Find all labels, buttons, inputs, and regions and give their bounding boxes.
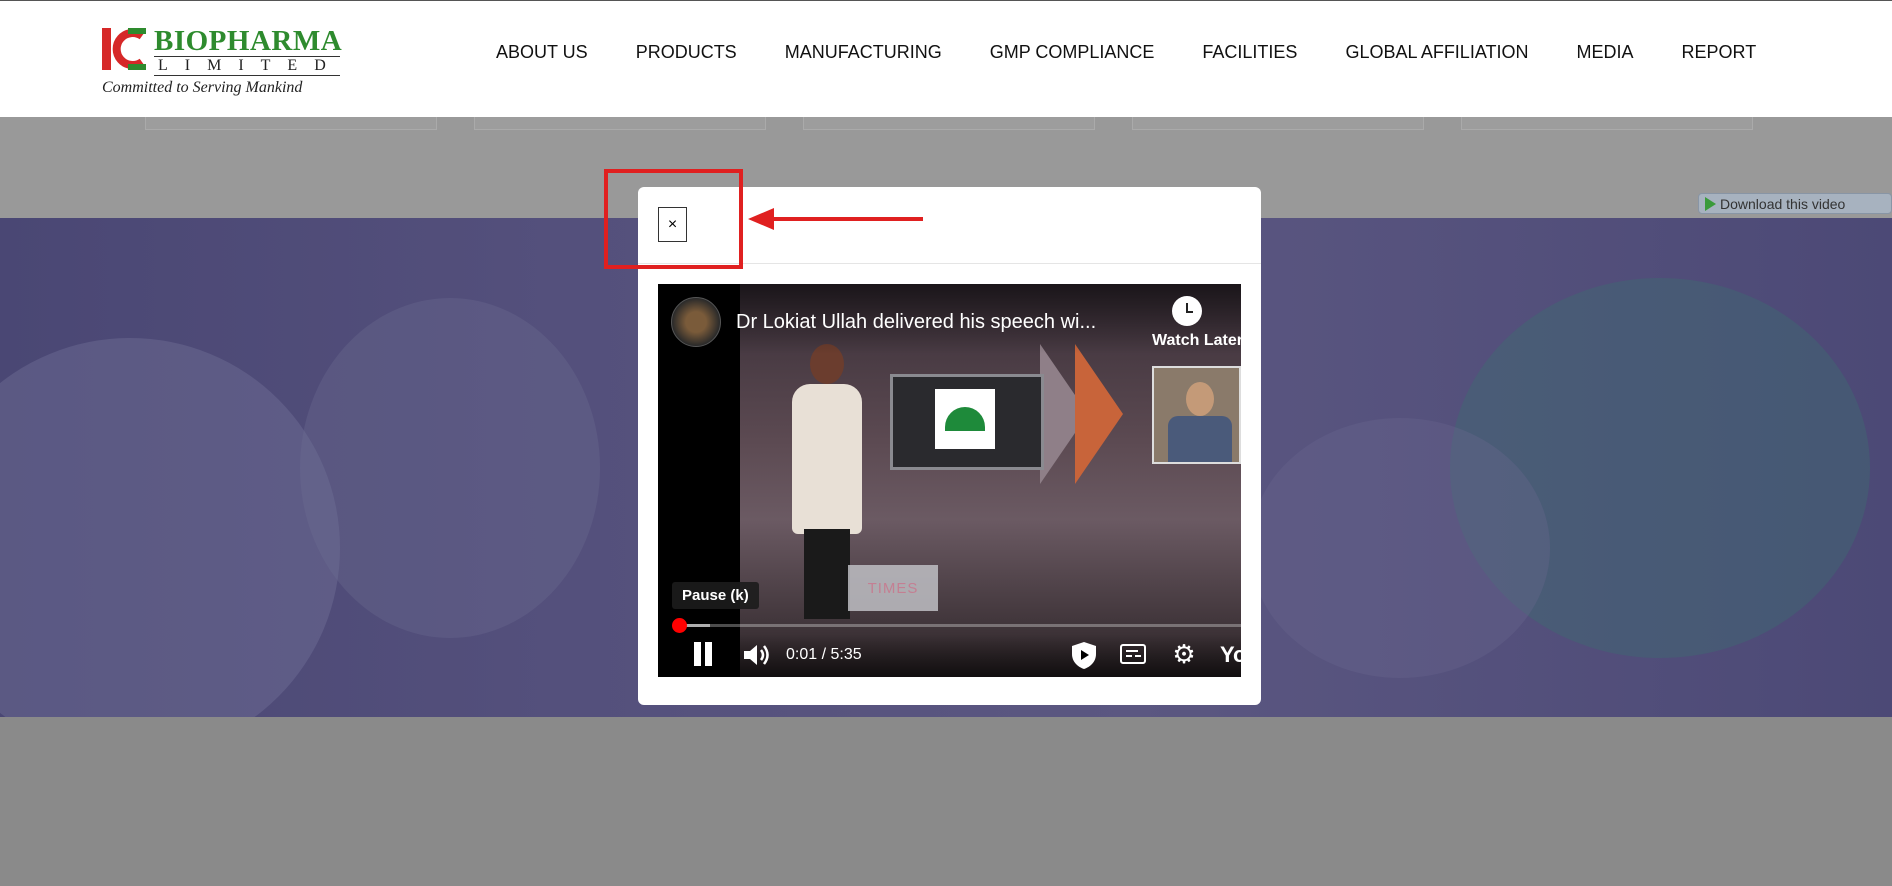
download-video-button[interactable]: Download this video [1698,193,1892,214]
page-bottom-area [0,717,1892,886]
watch-later-label: Watch Later [1152,332,1241,349]
download-video-label: Download this video [1720,195,1846,212]
biopharma-logo[interactable]: BIOPHARMA LIMITED Committed to Serving M… [102,25,342,101]
site-header: BIOPHARMA LIMITED Committed to Serving M… [0,0,1892,117]
nav-about-us[interactable]: ABOUT US [496,42,588,63]
play-triangle-icon [1705,196,1716,211]
pause-tooltip: Pause (k) [672,582,759,609]
hero-shape [0,338,340,717]
fsib-dome [945,407,985,431]
subtitles-icon[interactable] [1120,644,1146,664]
nav-global-affiliation[interactable]: GLOBAL AFFILIATION [1345,42,1528,63]
volume-icon[interactable] [742,642,770,668]
logo-mark-icon [102,28,146,70]
guest-inset [1152,366,1241,464]
shield-play-icon[interactable] [1070,640,1098,670]
fsib-logo [935,389,995,449]
nav-gmp-compliance[interactable]: GMP COMPLIANCE [990,42,1155,63]
set-decoration [1075,344,1123,484]
time-display: 0:01 / 5:35 [786,646,862,663]
logo-tagline: Committed to Serving Mankind [102,79,303,96]
card-stub [1461,117,1753,130]
logo-subtitle: LIMITED [154,56,340,76]
clock-icon [1172,296,1202,326]
card-stub [145,117,437,130]
nav-products[interactable]: PRODUCTS [636,42,737,63]
video-title[interactable]: Dr Lokiat Ullah delivered his speech wi.… [736,311,1096,334]
youtube-logo[interactable]: You [1220,642,1241,668]
main-nav: ABOUT US PRODUCTS MANUFACTURING GMP COMP… [496,42,1756,63]
card-stub [474,117,766,130]
nav-report[interactable]: REPORT [1682,42,1757,63]
scrubber-knob[interactable] [671,618,687,633]
gear-icon[interactable]: ⚙ [1170,640,1198,668]
guest-face [1186,382,1214,416]
card-stub [803,117,1095,130]
hero-shape [300,298,600,638]
hero-shape [1250,418,1550,678]
studio-screen [890,374,1044,470]
nav-manufacturing[interactable]: MANUFACTURING [785,42,942,63]
channel-avatar[interactable] [671,297,721,347]
nav-media[interactable]: MEDIA [1577,42,1634,63]
player-controls: 0:01 / 5:35 ⚙ You [658,634,1241,677]
annotation-highlight-box [604,169,743,269]
presenter-legs [804,529,850,619]
nav-facilities[interactable]: FACILITIES [1202,42,1297,63]
pause-icon[interactable] [692,642,714,666]
youtube-video-player[interactable]: TIMES Dr Lokiat Ullah delivered his spee… [658,284,1241,677]
card-stub [1132,117,1424,130]
presenter-figure [780,324,870,619]
annotation-arrow-icon [748,208,923,230]
logo-name: BIOPHARMA [154,25,343,57]
desk-label: TIMES [848,565,938,611]
watch-later-button[interactable]: Watch Later [1152,296,1241,356]
guest-shirt [1168,416,1232,462]
presenter-body [792,384,862,534]
progress-bar[interactable] [671,618,1241,633]
